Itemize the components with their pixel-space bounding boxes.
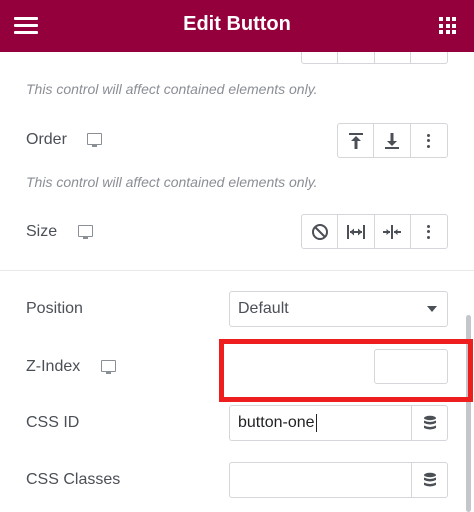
position-select-value: Default	[238, 300, 289, 317]
css-id-highlight-box	[219, 339, 473, 402]
order-label: Order	[26, 131, 67, 148]
none-icon[interactable]	[302, 215, 339, 248]
option-button[interactable]	[338, 52, 375, 63]
settings-panel: This control will affect contained eleme…	[0, 52, 474, 512]
chevron-down-icon	[427, 306, 437, 312]
option-button[interactable]	[302, 52, 339, 63]
database-icon[interactable]	[411, 462, 448, 498]
order-hint: This control will affect contained eleme…	[26, 174, 318, 190]
control-hint: This control will affect contained eleme…	[26, 81, 318, 97]
panel-header: Edit Button	[0, 0, 474, 52]
size-button-group	[301, 214, 448, 249]
align-end-icon[interactable]	[374, 124, 411, 157]
desktop-icon[interactable]	[87, 133, 102, 147]
more-icon[interactable]	[411, 215, 447, 248]
database-icon[interactable]	[411, 405, 448, 441]
grow-icon[interactable]	[338, 215, 375, 248]
shrink-icon[interactable]	[375, 215, 411, 248]
css-classes-label: CSS Classes	[26, 471, 121, 488]
css-id-label: CSS ID	[26, 414, 80, 431]
desktop-icon[interactable]	[78, 225, 93, 239]
grid-icon[interactable]	[439, 17, 456, 34]
align-start-icon[interactable]	[338, 124, 375, 157]
position-select[interactable]: Default	[229, 291, 448, 327]
css-id-value: button-one	[238, 414, 315, 431]
option-button[interactable]	[375, 52, 411, 63]
more-icon[interactable]	[411, 124, 447, 157]
css-classes-input[interactable]	[229, 462, 412, 498]
css-id-input[interactable]: button-one	[229, 405, 412, 441]
option-button[interactable]	[411, 52, 447, 63]
text-cursor	[315, 413, 317, 432]
order-button-group	[337, 123, 448, 158]
section-divider	[0, 270, 474, 271]
size-label: Size	[26, 223, 58, 240]
cut-off-button-group[interactable]	[301, 52, 448, 64]
panel-title: Edit Button	[183, 13, 291, 35]
desktop-icon[interactable]	[101, 360, 116, 374]
z-index-label: Z-Index	[26, 358, 81, 375]
position-label: Position	[26, 300, 83, 317]
